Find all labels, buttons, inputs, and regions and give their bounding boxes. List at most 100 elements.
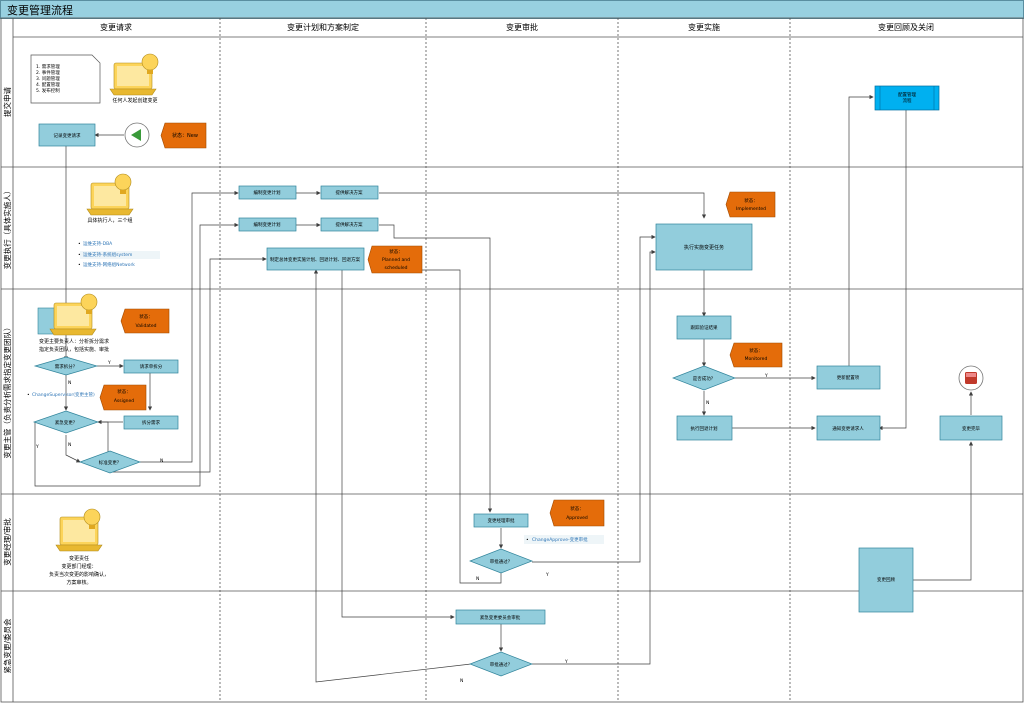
change-approve-note: • ChangeApprove-变更审批 — [524, 535, 604, 544]
supervisor-caption-1: 变更主要负责人：分析拆分需求 — [39, 338, 109, 345]
box-label: 紧急变更委员会审批 — [480, 614, 521, 621]
manager-computer-icon — [55, 508, 103, 552]
diamond-label: 审批通过？ — [490, 661, 513, 668]
box-record-request[interactable]: 记录变更请求 — [38, 123, 96, 147]
edge-label-y-success: Y — [764, 373, 768, 379]
user-computer-icon — [109, 53, 159, 96]
status-label: 状态： — [749, 347, 763, 354]
status-new-tag: 状态：New — [160, 122, 207, 149]
manager-caption-4: 方案审核。 — [66, 579, 91, 586]
diamond-standard[interactable]: 标准变更？ — [78, 450, 142, 474]
box-label: 变更完毕 — [962, 425, 980, 432]
doc-list-item: 4. 配置管理 — [36, 81, 60, 88]
diamond-urgent[interactable]: 紧急变更？ — [32, 410, 100, 434]
box-manager-approve[interactable]: 变更经理审批 — [473, 513, 529, 528]
box-label: 执行回退计划 — [691, 425, 718, 432]
status-label: 状态：New — [172, 132, 198, 139]
supervisor-computer-icon — [37, 293, 98, 336]
edge-label-y-pass2: Y — [564, 659, 568, 665]
status-implemented-tag: 状态： Implemented — [725, 191, 776, 218]
box-review[interactable]: 变更回顾 — [858, 547, 914, 613]
box-label: 制定总体变更实施计划、回退计划、回退方案 — [270, 256, 360, 263]
box-plan-1[interactable]: 编制变更计划 — [238, 185, 297, 200]
group-item-system: 运维支持-系统组system — [83, 251, 132, 258]
box-plan-2[interactable]: 编制变更计划 — [238, 217, 297, 232]
change-supervisor-label: ChangeSupervisor(变更主管) — [32, 391, 95, 398]
lane-label-manager: 变更经理/审批 — [2, 518, 12, 566]
status-validated-tag: 状态： Validated — [120, 308, 170, 334]
executor-caption: 具体执行人，三个组 — [87, 217, 132, 224]
edge-label-n-urgent: N — [68, 442, 71, 448]
edge-label-n-success: N — [706, 400, 709, 406]
lane-label-supervisor: 变更主管（负责分析需求指定变更团队） — [2, 324, 12, 459]
box-label: 配置管理 — [898, 91, 916, 98]
diamond-label: 标准变更？ — [99, 459, 122, 466]
group-list: • 运维支持-DBA • 运维支持-系统组system • 运维支持-网络组Ne… — [78, 240, 160, 268]
box-submit-2[interactable]: 提供解决方案 — [320, 217, 379, 232]
box-notify-requester[interactable]: 通知变更请求人 — [816, 415, 881, 441]
box-overall-plan[interactable]: 制定总体变更实施计划、回退计划、回退方案 — [266, 247, 365, 271]
box-label: 编制变更计划 — [254, 221, 281, 228]
group-item-dba: 运维支持-DBA — [83, 240, 113, 247]
status-label: Planned and — [382, 257, 410, 263]
status-label: 状态： — [744, 197, 758, 204]
status-label: Approved — [566, 515, 588, 521]
bullet-icon: • — [78, 263, 81, 268]
box-label: 跟踪验证结果 — [691, 324, 718, 331]
doc-list-item: 5. 发布控制 — [36, 87, 60, 94]
supervisor-caption-2: 指定负责团队，包括实施、审批 — [39, 346, 109, 353]
edge-label-n-pass1: N — [476, 576, 479, 582]
box-implement-task[interactable]: 执行实施变更任务 — [655, 223, 753, 271]
requester-caption: 任何人发起创建变更 — [112, 97, 157, 104]
box-label: 通知变更请求人 — [832, 425, 864, 432]
box-update-config[interactable]: 更新配置项 — [816, 365, 881, 390]
end-icon[interactable] — [958, 365, 984, 391]
edge-label-n-pass2: N — [460, 678, 463, 684]
doc-list-item: 2. 事件管理 — [36, 69, 60, 76]
status-label: 状态： — [139, 313, 153, 320]
manager-caption-2: 变更部门经理： — [61, 563, 96, 570]
bullet-icon: • — [78, 253, 81, 258]
config-management-box[interactable]: 配置管理 流程 — [874, 85, 940, 111]
box-label: 执行实施变更任务 — [684, 244, 724, 251]
box-label: 更新配置项 — [837, 374, 860, 381]
box-label: 变更回顾 — [877, 576, 895, 583]
status-label: 状态： — [117, 388, 131, 395]
status-label: Implemented — [736, 206, 766, 212]
status-label: 状态： — [389, 248, 403, 255]
box-complete[interactable]: 变更完毕 — [939, 415, 1003, 441]
box-committee-approve[interactable]: 紧急变更委员会审批 — [455, 609, 546, 625]
status-approved-tag: 状态： Approved — [549, 499, 605, 527]
box-split-request[interactable]: 请求单拆分 — [123, 359, 179, 374]
bullet-icon: • — [526, 538, 529, 543]
diamond-success[interactable]: 是否成功？ — [672, 365, 736, 391]
box-label: 编制变更计划 — [254, 189, 281, 196]
box-split-task[interactable]: 拆分需求 — [123, 415, 179, 430]
status-label: Assigned — [114, 398, 134, 404]
manager-caption-1: 变更责任 — [69, 555, 89, 562]
box-label: 提供解决方案 — [336, 221, 363, 228]
document-list-shape: 1. 需求管理 2. 事件管理 3. 问题管理 4. 配置管理 5. 发布控制 — [30, 54, 101, 104]
box-fallback[interactable]: 执行回退计划 — [676, 415, 733, 441]
status-label: 状态： — [570, 505, 584, 512]
column-header-plan: 变更计划和方案制定 — [287, 22, 359, 32]
bullet-icon: • — [78, 242, 81, 247]
edge-label-y-pass1: Y — [545, 572, 549, 578]
edge-label-y-urgent: Y — [35, 444, 39, 450]
edge-label-n-std: N — [160, 458, 163, 464]
box-track-result[interactable]: 跟踪验证结果 — [676, 315, 732, 340]
diamond-pass-1[interactable]: 审批通过？ — [469, 548, 533, 574]
executor-computer-icon — [86, 173, 134, 216]
box-label: 记录变更请求 — [54, 132, 81, 139]
start-icon[interactable] — [124, 122, 150, 148]
diamond-need-split[interactable]: 需求拆分？ — [33, 356, 99, 376]
diamond-label: 需求拆分？ — [55, 363, 78, 370]
box-submit-1[interactable]: 提供解决方案 — [320, 185, 379, 200]
diamond-pass-2[interactable]: 审批通过？ — [469, 651, 533, 677]
manager-caption-3: 负责当次变更的影响确认， — [49, 571, 109, 578]
status-label: Validated — [136, 323, 157, 329]
box-label: 变更经理审批 — [488, 517, 515, 524]
column-header-request: 变更请求 — [100, 22, 132, 32]
diamond-label: 紧急变更？ — [55, 419, 78, 426]
change-approve-label: ChangeApprove-变更审批 — [532, 536, 588, 543]
